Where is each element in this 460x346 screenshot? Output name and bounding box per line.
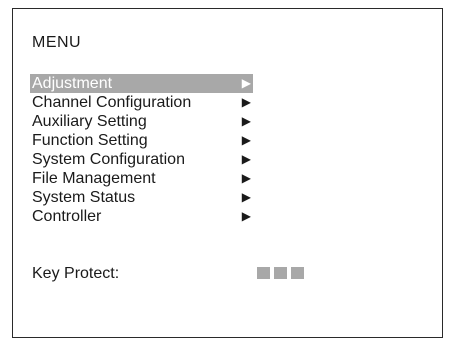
indicator-block (257, 267, 270, 279)
chevron-right-icon: ▶ (241, 171, 251, 185)
key-protect-label: Key Protect: (32, 265, 120, 282)
menu-item-file-management[interactable]: File Management ▶ (30, 169, 253, 188)
chevron-right-icon: ▶ (241, 209, 251, 223)
menu-item-label: Adjustment (32, 75, 113, 92)
menu-item-label: File Management (32, 170, 156, 187)
menu-item-auxiliary-setting[interactable]: Auxiliary Setting ▶ (30, 112, 253, 131)
menu-list: Adjustment ▶ Channel Configuration ▶ Aux… (30, 74, 253, 226)
key-protect-indicator (257, 267, 304, 279)
menu-item-label: System Configuration (32, 151, 185, 168)
indicator-block (274, 267, 287, 279)
menu-title: MENU (32, 34, 82, 51)
menu-item-adjustment[interactable]: Adjustment ▶ (30, 74, 253, 93)
indicator-block (291, 267, 304, 279)
chevron-right-icon: ▶ (241, 133, 251, 147)
menu-item-label: Channel Configuration (32, 94, 192, 111)
menu-item-system-status[interactable]: System Status ▶ (30, 188, 253, 207)
menu-item-system-configuration[interactable]: System Configuration ▶ (30, 150, 253, 169)
menu-item-controller[interactable]: Controller ▶ (30, 207, 253, 226)
menu-item-function-setting[interactable]: Function Setting ▶ (30, 131, 253, 150)
chevron-right-icon: ▶ (241, 190, 251, 204)
menu-item-label: Auxiliary Setting (32, 113, 147, 130)
chevron-right-icon: ▶ (241, 76, 251, 90)
menu-item-label: Function Setting (32, 132, 148, 149)
menu-item-channel-configuration[interactable]: Channel Configuration ▶ (30, 93, 253, 112)
menu-item-label: System Status (32, 189, 136, 206)
menu-item-label: Controller (32, 208, 102, 225)
chevron-right-icon: ▶ (241, 152, 251, 166)
chevron-right-icon: ▶ (241, 114, 251, 128)
chevron-right-icon: ▶ (241, 95, 251, 109)
